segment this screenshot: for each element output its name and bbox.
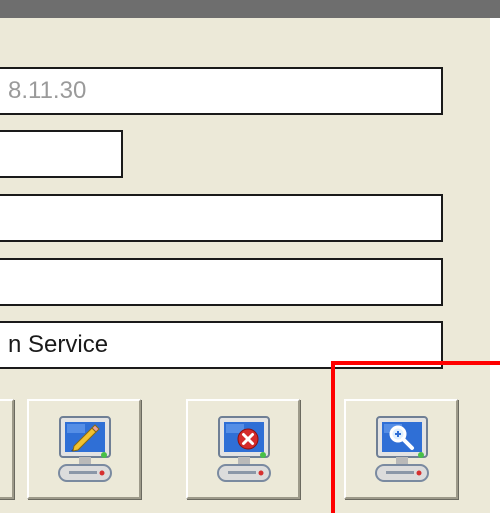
text-field-4[interactable] bbox=[0, 258, 443, 306]
service-field[interactable]: n Service bbox=[0, 321, 443, 369]
text-field-3[interactable] bbox=[0, 194, 443, 242]
window-title-bar bbox=[0, 0, 500, 18]
monitor-edit-button[interactable] bbox=[27, 399, 141, 499]
screenshot-stage: 8.11.30 n Service bbox=[0, 0, 500, 513]
short-field[interactable] bbox=[0, 130, 123, 178]
monitor-edit-icon bbox=[58, 416, 112, 482]
monitor-search-button[interactable] bbox=[344, 399, 458, 499]
window-edge bbox=[490, 18, 500, 513]
monitor-delete-button[interactable] bbox=[186, 399, 300, 499]
monitor-search-icon bbox=[375, 416, 429, 482]
monitor-button[interactable] bbox=[0, 399, 14, 499]
monitor-delete-icon bbox=[217, 416, 271, 482]
version-field[interactable]: 8.11.30 bbox=[0, 67, 443, 115]
